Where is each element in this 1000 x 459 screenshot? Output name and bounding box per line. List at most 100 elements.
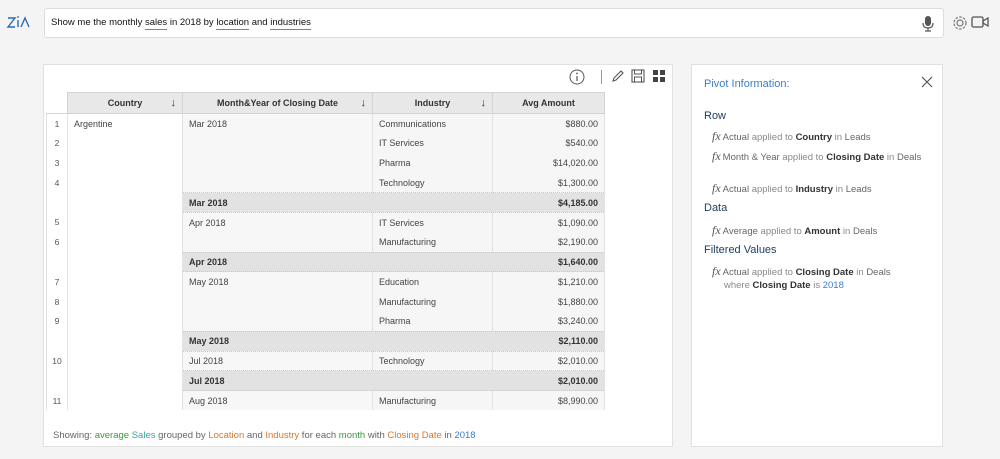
cell-avg-amount: $4,185.00 (492, 192, 605, 213)
row-number (46, 192, 68, 213)
info-icon[interactable] (569, 69, 585, 85)
pivot-item-text: is (810, 279, 823, 291)
cell-month-year: Jul 2018 (182, 351, 373, 371)
row-number: 1 (46, 113, 68, 134)
row-number (46, 370, 68, 391)
query-keyword-industries: industries (270, 17, 311, 30)
cell-industry: Manufacturing (372, 291, 493, 312)
sort-down-icon[interactable]: ↓ (481, 97, 487, 109)
cell-country (67, 351, 183, 371)
row-number: 8 (46, 291, 68, 312)
row-number-header (46, 92, 68, 114)
sort-down-icon[interactable]: ↓ (361, 97, 367, 109)
query-keyword-sales: sales (145, 17, 168, 30)
cell-industry: Pharma (372, 153, 493, 173)
query-keyword-location: location (216, 17, 250, 30)
column-header-month-year[interactable]: Month&Year of Closing Date ↓ (182, 92, 373, 114)
cell-industry: Education (372, 271, 493, 292)
table-row: 10 Jul 2018 Technology $2,010.00 (46, 351, 605, 371)
cell-industry: Pharma (372, 311, 493, 332)
table-row: 3 Pharma $14,020.00 (46, 153, 605, 173)
cell-industry (372, 251, 493, 273)
cell-country (67, 370, 183, 391)
pivot-info-title: Pivot Information: (704, 78, 790, 90)
column-header-industry[interactable]: Industry ↓ (372, 92, 493, 114)
table-row: 2 IT Services $540.00 (46, 133, 605, 154)
cell-industry: IT Services (372, 212, 493, 233)
cell-month-year: May 2018 (182, 330, 373, 352)
subtotal-row: Apr 2018 $1,640.00 (46, 251, 605, 273)
pivot-item-field: Amount (804, 226, 841, 237)
summary-keyword: 2018 (454, 430, 476, 441)
cell-month-year: Jul 2018 (182, 370, 373, 392)
save-icon[interactable] (631, 69, 645, 83)
pivot-filter-item: fx Actual applied to Closing Date in Deal… (712, 265, 937, 292)
pivot-section-filtered: Filtered Values (704, 244, 777, 256)
table-row: 6 Manufacturing $2,190.00 (46, 232, 605, 253)
cell-month-year (182, 291, 373, 312)
pivot-item-field: Country (795, 132, 832, 143)
video-icon[interactable] (971, 15, 989, 29)
cell-month-year: Aug 2018 (182, 390, 373, 411)
fx-icon: fx (712, 223, 721, 237)
row-number: 3 (46, 153, 68, 173)
zia-logo-icon[interactable] (6, 12, 32, 32)
cell-month-year: Apr 2018 (182, 212, 373, 233)
cell-avg-amount: $2,110.00 (492, 330, 605, 352)
grid-icon[interactable] (653, 70, 665, 82)
pivot-item-text: applied to (757, 226, 805, 237)
pivot-row-item: fx Month & Year applied to Closing Date i… (712, 150, 937, 165)
subtotal-row: Mar 2018 $4,185.00 (46, 192, 605, 213)
cell-avg-amount: $880.00 (492, 113, 605, 134)
pivot-item-field: Closing Date (795, 267, 854, 278)
cell-month-year: Apr 2018 (182, 251, 373, 273)
cell-country (67, 252, 183, 272)
pivot-item-text: Actual (722, 267, 750, 278)
pivot-item-field: Closing Date (826, 152, 885, 163)
summary-text: in (441, 430, 455, 441)
cell-country (67, 271, 183, 292)
summary-text: for each (299, 430, 339, 441)
sort-down-icon[interactable]: ↓ (171, 97, 177, 109)
cell-month-year (182, 311, 373, 332)
cell-avg-amount: $2,190.00 (492, 232, 605, 253)
cell-month-year (182, 133, 373, 154)
pivot-item-module: Deals (866, 267, 891, 278)
row-number: 2 (46, 133, 68, 154)
cell-avg-amount: $2,010.00 (492, 351, 605, 371)
gear-icon[interactable] (950, 13, 970, 33)
pivot-item-text: applied to (779, 152, 827, 163)
pivot-item-field: Industry (795, 184, 834, 195)
close-icon[interactable] (921, 76, 933, 88)
pivot-item-text: in (884, 152, 897, 163)
summary-keyword: Sales (131, 430, 156, 441)
column-header-country[interactable]: Country ↓ (67, 92, 183, 114)
pivot-table-scroll[interactable]: Country ↓ Month&Year of Closing Date ↓ Ind… (46, 92, 606, 413)
cell-country (67, 232, 183, 253)
cell-country (67, 331, 183, 352)
row-number: 4 (46, 172, 68, 193)
column-header-avg-amount[interactable]: Avg Amount (492, 92, 605, 114)
pivot-section-data: Data (704, 202, 728, 214)
cell-industry: Technology (372, 351, 493, 371)
query-part: in 2018 by (167, 17, 217, 28)
pivot-item-text: applied to (749, 184, 796, 195)
summary-keyword: average (94, 430, 130, 441)
pivot-item-text: applied to (749, 132, 796, 143)
query-input[interactable]: Show me the monthly sales in 2018 by loc… (44, 8, 944, 38)
table-row: 7 May 2018 Education $1,210.00 (46, 271, 605, 292)
column-header-label: Country (107, 98, 143, 108)
toolbar-divider (601, 70, 602, 84)
showing-summary: Showing: average Sales grouped by Locati… (53, 430, 476, 441)
row-number (46, 252, 68, 272)
cell-industry: Manufacturing (372, 232, 493, 253)
fx-icon: fx (712, 129, 721, 143)
query-text[interactable]: Show me the monthly sales in 2018 by loc… (51, 17, 311, 30)
cell-country (67, 212, 183, 233)
mic-icon[interactable] (921, 15, 935, 33)
edit-icon[interactable] (611, 69, 625, 83)
pivot-item-text: Actual (722, 132, 750, 143)
cell-avg-amount: $8,990.00 (492, 390, 605, 411)
cell-country: Argentine (67, 113, 183, 134)
pivot-table-card: Country ↓ Month&Year of Closing Date ↓ Ind… (43, 64, 673, 447)
